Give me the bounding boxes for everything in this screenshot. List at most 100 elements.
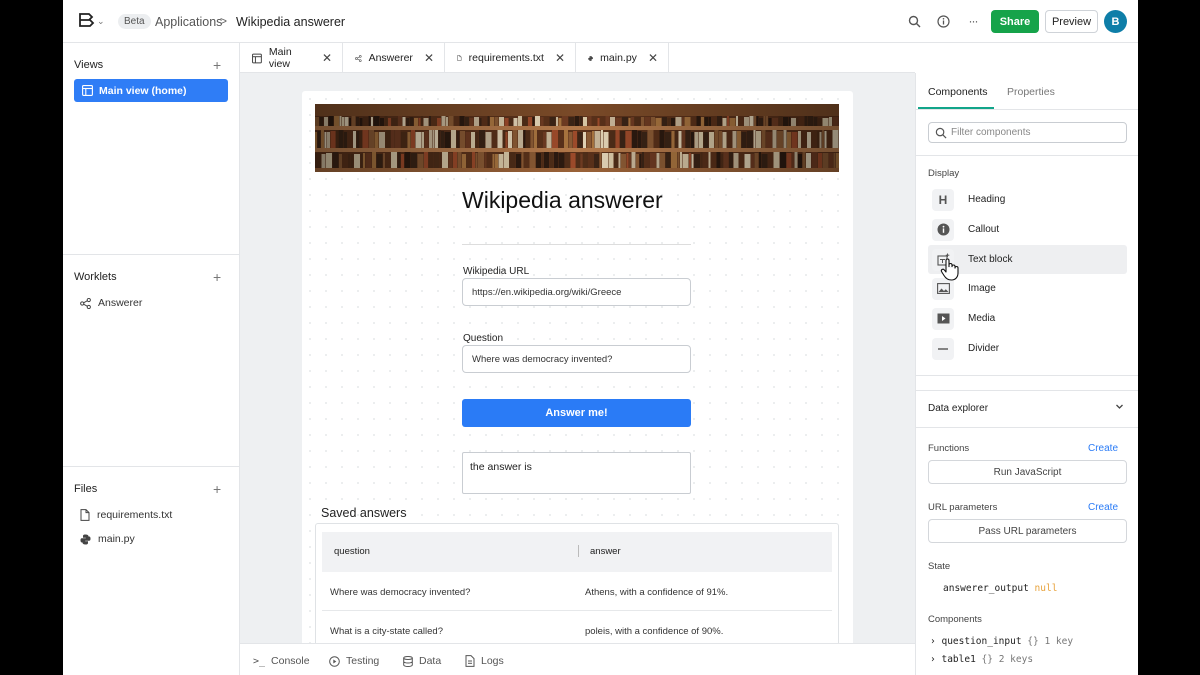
url-input[interactable]: https://en.wikipedia.org/wiki/Greece xyxy=(462,278,691,306)
tab-main-py[interactable]: main.py ✕ xyxy=(576,43,669,73)
heading-icon: H xyxy=(932,188,954,211)
console-tab[interactable]: >_ Console xyxy=(253,655,310,667)
share-nodes-icon xyxy=(355,54,362,62)
tab-answerer[interactable]: Answerer ✕ xyxy=(343,43,445,73)
sidebar-item-main-py[interactable]: main.py xyxy=(80,533,135,545)
url-label: Wikipedia URL xyxy=(463,266,530,277)
functions-label: Functions xyxy=(928,443,970,454)
editor-window: ⌄ Beta Applications > Wikipedia answerer… xyxy=(63,0,1138,675)
close-icon[interactable]: ✕ xyxy=(648,51,658,65)
bottom-tab-label: Data xyxy=(419,655,442,667)
chevron-right-icon: > xyxy=(220,14,228,28)
divider xyxy=(63,466,240,467)
logo-icon[interactable] xyxy=(77,12,95,32)
tree-item[interactable]: › table1 {} 2 keys xyxy=(930,654,1033,665)
tab-main-view[interactable]: Main view ✕ xyxy=(240,43,343,73)
tree-item-detail: 2 keys xyxy=(998,654,1034,665)
close-icon[interactable]: ✕ xyxy=(424,51,434,65)
column-header[interactable]: question xyxy=(334,546,370,557)
share-button[interactable]: Share xyxy=(991,10,1039,33)
layout-icon xyxy=(82,85,93,96)
component-label: Media xyxy=(968,313,996,324)
component-callout[interactable]: Callout xyxy=(928,215,1127,244)
sidebar-item-label: Answerer xyxy=(98,297,143,309)
page-title: Wikipedia answerer xyxy=(462,187,663,213)
tree-item-name: table1 xyxy=(941,654,976,665)
chevron-down-icon[interactable]: ⌄ xyxy=(97,16,105,27)
testing-tab[interactable]: Testing xyxy=(329,655,379,667)
answer-output: the answer is xyxy=(462,452,691,494)
file-icon xyxy=(457,55,462,61)
answer-button[interactable]: Answer me! xyxy=(462,399,691,427)
column-header[interactable]: answer xyxy=(590,546,621,557)
filter-placeholder: Filter components xyxy=(951,127,1031,138)
tab-requirements[interactable]: requirements.txt ✕ xyxy=(445,43,576,73)
table-cell: Athens, with a confidence of 91%. xyxy=(585,587,729,598)
right-panel: Components Properties Filter components … xyxy=(915,73,1138,675)
sidebar-item-answerer[interactable]: Answerer xyxy=(80,297,142,309)
tab-label: main.py xyxy=(600,52,637,64)
bottom-bar: >_ Console Testing Data Logs xyxy=(240,643,915,675)
display-section-label: Display xyxy=(928,168,960,179)
sidebar-item-requirements[interactable]: requirements.txt xyxy=(80,509,172,521)
sidebar-item-main-view[interactable]: Main view (home) xyxy=(74,79,228,102)
add-view-button[interactable]: + xyxy=(213,58,221,72)
preview-button[interactable]: Preview xyxy=(1045,10,1098,33)
bottom-tab-label: Testing xyxy=(346,655,380,667)
bottom-tab-label: Console xyxy=(271,655,310,667)
data-explorer-heading[interactable]: Data explorer xyxy=(928,403,988,414)
search-icon[interactable] xyxy=(905,12,923,30)
component-divider[interactable]: Divider xyxy=(928,334,1127,363)
avatar[interactable]: B xyxy=(1104,10,1127,33)
run-javascript-button[interactable]: Run JavaScript xyxy=(928,460,1127,484)
app-page: Wikipedia answerer Wikipedia URL https:/… xyxy=(302,91,853,643)
play-circle-icon xyxy=(329,655,340,667)
divider xyxy=(462,244,691,245)
data-tab[interactable]: Data xyxy=(403,655,441,667)
chevron-right-icon: › xyxy=(930,636,936,647)
create-function-link[interactable]: Create xyxy=(1088,443,1118,454)
close-icon[interactable]: ✕ xyxy=(555,51,565,65)
tab-properties[interactable]: Properties xyxy=(1007,86,1055,98)
table-cell: What is a city-state called? xyxy=(330,626,443,637)
left-sidebar: Views + Main view (home) Worklets + Answ… xyxy=(63,43,240,675)
component-heading[interactable]: H Heading xyxy=(928,185,1127,214)
divider xyxy=(916,155,1138,156)
filter-components-input[interactable]: Filter components xyxy=(928,122,1127,143)
hand-cursor-icon xyxy=(940,258,959,281)
divider xyxy=(63,254,240,255)
add-file-button[interactable]: + xyxy=(213,482,221,496)
create-url-param-link[interactable]: Create xyxy=(1088,502,1118,513)
component-media[interactable]: Media xyxy=(928,304,1127,333)
add-worklet-button[interactable]: + xyxy=(213,270,221,284)
column-separator[interactable] xyxy=(578,545,579,557)
logs-tab[interactable]: Logs xyxy=(465,655,504,667)
chevron-down-icon[interactable] xyxy=(1114,401,1125,412)
saved-answers-heading: Saved answers xyxy=(321,506,407,520)
pass-url-parameters-button[interactable]: Pass URL parameters xyxy=(928,519,1127,543)
state-entry[interactable]: answerer_output null xyxy=(943,583,1057,594)
row-divider xyxy=(322,610,832,611)
tree-item-type: {} xyxy=(1027,636,1039,647)
question-input[interactable]: Where was democracy invented? xyxy=(462,345,691,373)
tree-item-detail: 1 key xyxy=(1044,636,1074,647)
share-nodes-icon xyxy=(80,297,91,309)
tab-components[interactable]: Components xyxy=(928,86,988,98)
top-bar: ⌄ Beta Applications > Wikipedia answerer… xyxy=(63,0,1138,43)
bookshelf-banner-image[interactable] xyxy=(315,104,839,172)
info-icon[interactable] xyxy=(934,12,952,30)
state-value: null xyxy=(1034,583,1058,594)
chevron-right-icon: › xyxy=(930,654,936,665)
terminal-icon: >_ xyxy=(253,655,266,667)
beta-badge: Beta xyxy=(118,14,151,29)
python-icon xyxy=(588,55,593,61)
components-tree-label: Components xyxy=(928,614,982,625)
table-cell: poleis, with a confidence of 90%. xyxy=(585,626,724,637)
file-icon xyxy=(80,509,90,521)
worklets-heading: Worklets xyxy=(74,271,117,283)
breadcrumb-applications[interactable]: Applications xyxy=(155,15,222,29)
close-icon[interactable]: ✕ xyxy=(322,51,332,65)
more-icon[interactable]: ··· xyxy=(964,12,982,30)
tree-item[interactable]: › question_input {} 1 key xyxy=(930,636,1073,647)
tab-label: Answerer xyxy=(368,52,413,64)
